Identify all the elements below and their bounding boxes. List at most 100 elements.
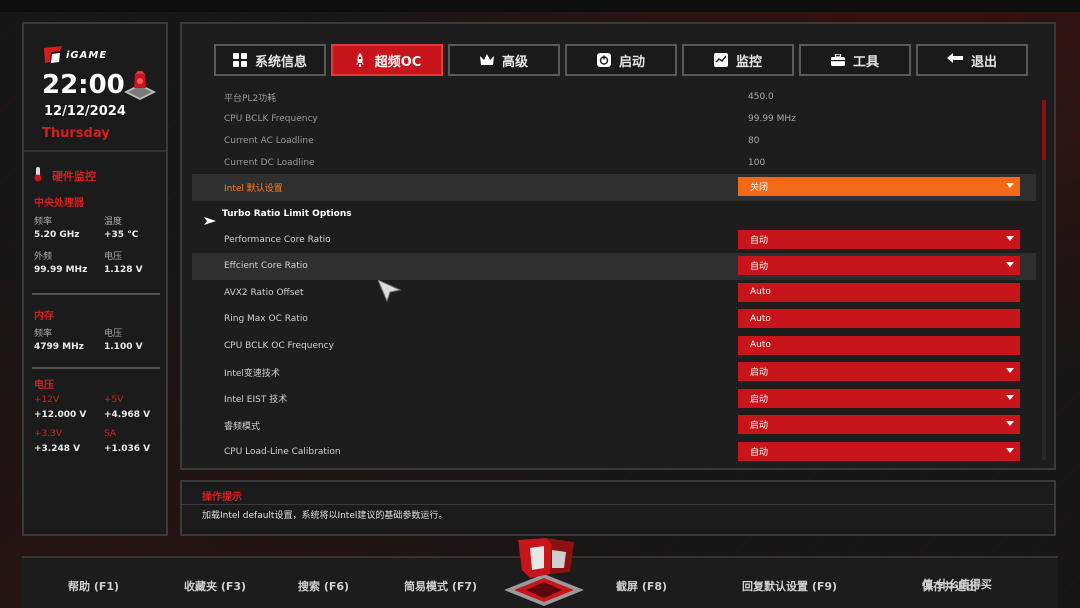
memory-section-title: 内存 [34, 311, 54, 322]
turbo-mode-dropdown[interactable]: 启动 [738, 415, 1020, 434]
setting-row-turbo-mode[interactable]: 睿频模式 启动 [192, 412, 1036, 439]
tab-boot[interactable]: 启动 [565, 44, 677, 76]
settings-scrollbar[interactable] [1042, 100, 1046, 460]
dropdown-value: 自动 [750, 235, 769, 246]
setting-row-bclk: CPU BCLK Frequency 99.99 MHz [192, 108, 1036, 130]
cpu-ext-value: 99.99 MHz [34, 265, 88, 275]
back-arrow-icon [946, 53, 963, 67]
help-button[interactable]: 帮助 (F1) [68, 578, 119, 594]
dropdown-value: 自动 [750, 262, 769, 272]
cpu-section-title: 中央处理器 [34, 198, 84, 209]
setting-row-dc-loadline: Current DC Loadline 100 [192, 152, 1036, 174]
submenu-turbo-ratio[interactable]: Turbo Ratio Limit Options [192, 201, 1036, 227]
setting-label: Performance Core Ratio [224, 234, 331, 245]
setting-row-llc[interactable]: CPU Load-Line Calibration 自动 [192, 439, 1036, 466]
tab-label: 超频OC [374, 54, 422, 70]
setting-label: Effcient Core Ratio [224, 261, 308, 272]
watermark-text: 值 什么值得买 [922, 578, 992, 591]
thermometer-icon [32, 166, 44, 185]
setting-label: Intel EIST 技术 [224, 395, 288, 406]
setting-row-eist[interactable]: Intel EIST 技术 启动 [192, 386, 1036, 413]
help-panel: 操作提示 加载Intel default设置，系统将以Intel建议的基础参数运… [180, 480, 1056, 536]
hardware-monitor-title: 硬件监控 [32, 166, 96, 185]
ring-ratio-input[interactable]: Auto [738, 309, 1020, 328]
caret-down-icon [1006, 235, 1014, 241]
setting-label: Intel变速技术 [224, 368, 280, 379]
v33-label: +3.3V [34, 429, 63, 439]
tab-label: 退出 [970, 54, 997, 70]
tab-tools[interactable]: 工具 [799, 44, 911, 76]
setting-label: CPU BCLK OC Frequency [224, 340, 334, 351]
setting-row-ac-loadline: Current AC Loadline 80 [192, 130, 1036, 152]
cpu-volt-value: 1.128 V [104, 265, 143, 275]
tab-label: 高级 [501, 54, 528, 70]
grid-icon [232, 53, 247, 67]
tab-monitor[interactable]: 监控 [682, 44, 794, 76]
hardware-monitor-label: 硬件监控 [52, 169, 96, 183]
tab-advanced[interactable]: 高级 [448, 44, 560, 76]
avx2-offset-input[interactable]: Auto [738, 282, 1020, 302]
caret-down-icon [1006, 421, 1014, 426]
crown-icon [479, 54, 494, 66]
help-divider [182, 504, 1054, 505]
speedstep-dropdown[interactable]: 启动 [738, 362, 1020, 381]
pcore-ratio-dropdown[interactable]: 自动 [738, 229, 1020, 249]
tab-overclock[interactable]: 超频OC [331, 44, 443, 76]
caret-down-icon [1006, 262, 1014, 267]
setting-label: Intel 默认设置 [224, 183, 283, 194]
submenu-label: Turbo Ratio Limit Options [222, 208, 352, 219]
easy-mode-button[interactable]: 简易模式 (F7) [404, 578, 477, 594]
caret-down-icon [1006, 447, 1014, 453]
bclk-oc-input[interactable]: Auto [738, 335, 1020, 355]
dropdown-value: 启动 [750, 394, 769, 405]
caret-down-icon [1006, 368, 1014, 373]
v5-label: +5V [104, 395, 124, 405]
setting-row-intel-default[interactable]: Intel 默认设置 关闭 [192, 174, 1036, 201]
setting-row-pcore-ratio[interactable]: Performance Core Ratio 自动 [192, 227, 1036, 254]
igame-logo: iGAME [42, 42, 107, 68]
cpu-freq-value: 5.20 GHz [34, 230, 80, 240]
power-icon [596, 53, 611, 67]
setting-label: Current DC Loadline [224, 158, 315, 168]
setting-value: 100 [748, 158, 766, 168]
dropdown-value: 启动 [750, 368, 769, 378]
cpu-volt-label: 电压 [104, 252, 123, 262]
top-bar [0, 0, 1080, 12]
setting-row-bclk-oc[interactable]: CPU BCLK OC Frequency Auto [192, 333, 1036, 360]
cpu-temp-value: +35 °C [104, 230, 139, 240]
tab-label: 启动 [618, 54, 645, 70]
screenshot-button[interactable]: 截屏 (F8) [616, 578, 667, 594]
v5-value: +4.968 V [104, 410, 151, 420]
load-defaults-button[interactable]: 回复默认设置 (F9) [742, 578, 837, 594]
setting-row-speedstep[interactable]: Intel变速技术 启动 [192, 359, 1036, 386]
igame-logo-icon [42, 44, 64, 66]
tab-exit[interactable]: 退出 [916, 44, 1028, 76]
tab-system-info[interactable]: 系统信息 [214, 44, 326, 76]
rocket-icon [353, 53, 367, 67]
setting-value: 80 [748, 136, 760, 146]
llc-dropdown[interactable]: 自动 [738, 441, 1020, 461]
scrollbar-thumb[interactable] [1042, 100, 1046, 160]
sa-value: +1.036 V [104, 444, 151, 454]
ecore-ratio-dropdown[interactable]: 自动 [738, 256, 1020, 275]
setting-row-avx2[interactable]: AVX2 Ratio Offset Auto [192, 280, 1036, 307]
setting-label: CPU Load-Line Calibration [224, 446, 341, 457]
mem-volt-value: 1.100 V [104, 342, 143, 352]
search-button[interactable]: 搜索 (F6) [298, 578, 349, 594]
clock-panel: iGAME 22:00 12/12/2024 Thursday [24, 24, 166, 152]
setting-row-ecore-ratio[interactable]: Effcient Core Ratio 自动 [192, 253, 1036, 280]
cpu-chip-icon [122, 70, 158, 104]
sa-label: SA [104, 429, 117, 439]
v33-value: +3.248 V [34, 444, 81, 454]
setting-row-ring-ratio[interactable]: Ring Max OC Ratio Auto [192, 306, 1036, 333]
cpu-temp-label: 温度 [104, 217, 123, 227]
tab-bar: 系统信息 超频OC 高级 启动 监控 工具 退出 [214, 44, 1028, 76]
dropdown-value: 启动 [750, 421, 769, 431]
eist-dropdown[interactable]: 启动 [738, 388, 1020, 408]
tab-label: 系统信息 [254, 54, 307, 70]
favorites-button[interactable]: 收藏夹 (F3) [184, 578, 246, 594]
setting-label: 睿频模式 [224, 421, 261, 432]
setting-label: CPU BCLK Frequency [224, 114, 318, 124]
logo-text: iGAME [66, 49, 108, 61]
intel-default-dropdown[interactable]: 关闭 [738, 177, 1020, 196]
